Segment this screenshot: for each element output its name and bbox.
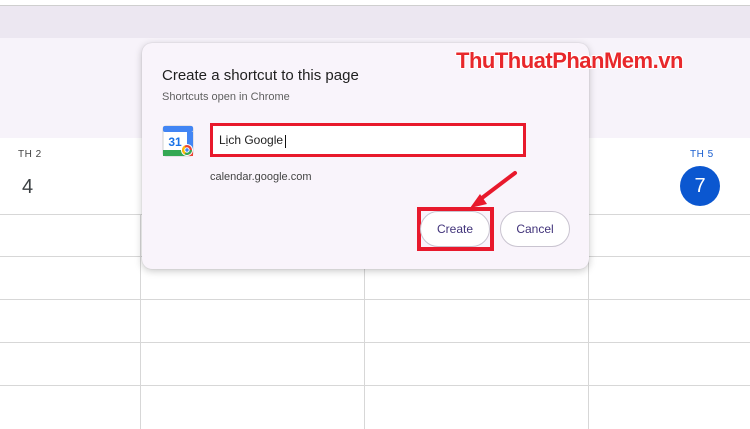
google-calendar-icon: 31 — [162, 125, 194, 157]
today-day-number[interactable]: 7 — [680, 166, 720, 206]
calendar-header-bar — [0, 6, 750, 38]
text-cursor — [285, 135, 286, 148]
grid-line — [0, 299, 750, 300]
dialog-title: Create a shortcut to this page — [162, 67, 359, 84]
day-label-mon: TH 2 — [18, 149, 42, 160]
grid-column-line — [140, 214, 141, 429]
create-shortcut-dialog: Create a shortcut to this page Shortcuts… — [142, 43, 589, 269]
dialog-subtitle: Shortcuts open in Chrome — [162, 91, 290, 103]
watermark-logo: ThuThuatPhanMem.vn — [456, 48, 683, 73]
grid-line — [0, 385, 750, 386]
grid-line — [0, 342, 750, 343]
annotation-arrow — [470, 171, 517, 208]
shortcut-name-input[interactable] — [210, 123, 526, 157]
day-number-mon[interactable]: 4 — [22, 176, 33, 199]
shortcut-url: calendar.google.com — [210, 171, 312, 183]
calendar-icon-number: 31 — [168, 135, 182, 149]
day-label-thu: TH 5 — [690, 149, 714, 160]
